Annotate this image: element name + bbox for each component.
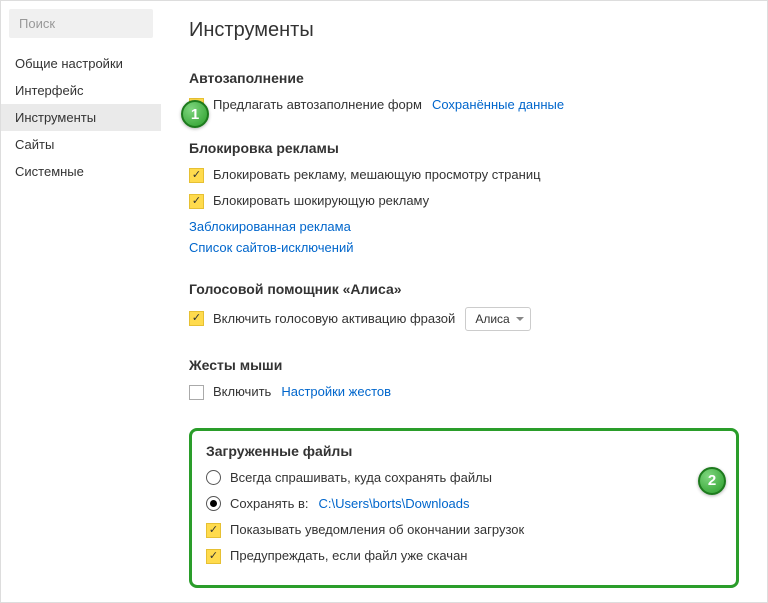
section-downloads: 2 Загруженные файлы Всегда спрашивать, к… bbox=[189, 428, 739, 589]
option-label: Сохранять в: bbox=[230, 495, 309, 513]
adblock-shock-row: Блокировать шокирующую рекламу bbox=[189, 192, 739, 210]
sidebar-item-system[interactable]: Системные bbox=[1, 158, 161, 185]
gesture-settings-link[interactable]: Настройки жестов bbox=[281, 383, 391, 401]
sidebar-item-tools[interactable]: Инструменты bbox=[1, 104, 161, 131]
option-label: Всегда спрашивать, куда сохранять файлы bbox=[230, 469, 492, 487]
page-title: Инструменты bbox=[189, 19, 739, 42]
checkbox-icon[interactable] bbox=[189, 385, 204, 400]
sidebar-item-tools-wrap: Инструменты 1 bbox=[1, 104, 161, 131]
checkbox-icon[interactable] bbox=[189, 311, 204, 326]
section-title: Автозаполнение bbox=[189, 70, 739, 86]
main-content: Инструменты Автозаполнение Предлагать ав… bbox=[161, 1, 767, 602]
adblock-block-row: Блокировать рекламу, мешающую просмотру … bbox=[189, 166, 739, 184]
checkbox-icon[interactable] bbox=[206, 549, 221, 564]
downloads-saveto-row: Сохранять в: C:\Users\borts\Downloads bbox=[206, 495, 722, 513]
radio-icon[interactable] bbox=[206, 470, 221, 485]
annotation-badge-1: 1 bbox=[181, 100, 209, 128]
checkbox-icon[interactable] bbox=[189, 194, 204, 209]
search-input[interactable]: Поиск bbox=[9, 9, 153, 38]
downloads-ask-row: Всегда спрашивать, куда сохранять файлы bbox=[206, 469, 722, 487]
section-autofill: Автозаполнение Предлагать автозаполнение… bbox=[189, 70, 739, 114]
section-alisa: Голосовой помощник «Алиса» Включить голо… bbox=[189, 281, 739, 332]
section-title: Жесты мыши bbox=[189, 357, 739, 373]
option-label: Блокировать шокирующую рекламу bbox=[213, 192, 429, 210]
option-label: Включить bbox=[213, 383, 271, 401]
checkbox-icon[interactable] bbox=[206, 523, 221, 538]
checkbox-icon[interactable] bbox=[189, 168, 204, 183]
option-label: Блокировать рекламу, мешающую просмотру … bbox=[213, 166, 541, 184]
sidebar-item-interface[interactable]: Интерфейс bbox=[1, 77, 161, 104]
section-gestures: Жесты мыши Включить Настройки жестов bbox=[189, 357, 739, 401]
section-title: Блокировка рекламы bbox=[189, 140, 739, 156]
sidebar: Поиск Общие настройки Интерфейс Инструме… bbox=[1, 1, 161, 602]
alisa-phrase-select[interactable]: Алиса bbox=[465, 307, 530, 332]
sidebar-item-sites[interactable]: Сайты bbox=[1, 131, 161, 158]
option-label: Показывать уведомления об окончании загр… bbox=[230, 521, 524, 539]
exceptions-link[interactable]: Список сайтов-исключений bbox=[189, 240, 739, 255]
section-title: Голосовой помощник «Алиса» bbox=[189, 281, 739, 297]
option-label: Предлагать автозаполнение форм bbox=[213, 96, 422, 114]
gestures-enable-row: Включить Настройки жестов bbox=[189, 383, 739, 401]
annotation-badge-2: 2 bbox=[698, 467, 726, 495]
option-label: Включить голосовую активацию фразой bbox=[213, 310, 455, 328]
radio-icon[interactable] bbox=[206, 496, 221, 511]
autofill-suggest-row: Предлагать автозаполнение форм Сохранённ… bbox=[189, 96, 739, 114]
settings-window: Поиск Общие настройки Интерфейс Инструме… bbox=[0, 0, 768, 603]
blocked-ads-link[interactable]: Заблокированная реклама bbox=[189, 219, 739, 234]
option-label: Предупреждать, если файл уже скачан bbox=[230, 547, 468, 565]
saved-data-link[interactable]: Сохранённые данные bbox=[432, 96, 564, 114]
downloads-warn-row: Предупреждать, если файл уже скачан bbox=[206, 547, 722, 565]
section-title: Загруженные файлы bbox=[206, 443, 722, 459]
section-adblock: Блокировка рекламы Блокировать рекламу, … bbox=[189, 140, 739, 254]
download-path-link[interactable]: C:\Users\borts\Downloads bbox=[319, 495, 470, 513]
alisa-voice-row: Включить голосовую активацию фразой Алис… bbox=[189, 307, 739, 332]
sidebar-item-general[interactable]: Общие настройки bbox=[1, 50, 161, 77]
downloads-notify-row: Показывать уведомления об окончании загр… bbox=[206, 521, 722, 539]
